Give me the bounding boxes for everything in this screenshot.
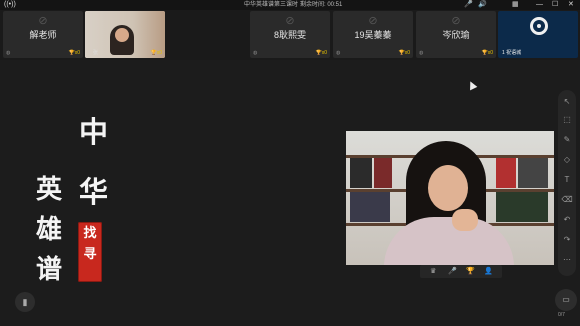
camera-off-icon: ⊘ xyxy=(451,15,461,27)
mic-icon: ◍ xyxy=(6,50,11,56)
poster-title-char: 英 xyxy=(36,175,63,205)
trophy-count: 🏆x0 xyxy=(481,50,493,56)
mic-icon[interactable]: 🎤 xyxy=(448,266,457,277)
camera-off-icon: ⊘ xyxy=(368,15,378,27)
camera-off-icon: ⊘ xyxy=(285,15,295,27)
poster-title-char: 中 xyxy=(79,115,109,149)
participant-tile-video[interactable]: 张 🏆x0 xyxy=(85,11,165,58)
remaining-time: 剩余时间: 00:51 xyxy=(300,2,343,8)
poster-title-char: 雄 xyxy=(36,215,63,245)
trophy-count: 🏆x0 xyxy=(315,50,327,56)
mouse-cursor-icon xyxy=(466,79,478,91)
maximize-icon[interactable]: ☐ xyxy=(552,1,558,9)
poster-title-char: 谱 xyxy=(36,255,63,285)
participant-name: 解老师 xyxy=(29,30,57,40)
class-title: 中华英雄谱第三课时 xyxy=(244,2,299,8)
participant-tile-self[interactable]: 1 祝语城 xyxy=(498,11,578,58)
page-navigator-icon[interactable]: ▭ xyxy=(555,289,577,311)
participant-tile[interactable]: ⊘ 19吴蓁蓁 ◍ 🏆x0 xyxy=(333,11,413,58)
eraser-icon[interactable]: ⌫ xyxy=(561,194,573,206)
document-icon[interactable]: ▮ xyxy=(15,292,35,312)
participant-name: 1 祝语城 xyxy=(502,50,522,56)
trophy-icon[interactable]: 🏆 xyxy=(466,266,475,277)
participant-strip: ⊘ 解老师 ◍ 🏆x0 张 🏆x0 ⊘ 8耿熙雯 ◍ 🏆x0 ⊘ 19吴蓁蓁 ◍… xyxy=(0,11,580,59)
red-seal-stamp: 找 寻 xyxy=(78,222,102,282)
grid-layout-icon[interactable]: ▦ xyxy=(512,1,519,9)
participant-name: 岑欣瑜 xyxy=(442,30,470,40)
pointer-icon[interactable]: ↖ xyxy=(561,96,573,108)
page-indicator: 0/7 xyxy=(558,312,565,318)
video-controls: ♛ 🎤 🏆 👤 xyxy=(420,265,502,278)
pen-icon[interactable]: ✎ xyxy=(561,134,573,146)
mic-icon[interactable]: 🎤 xyxy=(464,1,473,9)
undo-icon[interactable]: ↶ xyxy=(561,214,573,226)
participant-tile[interactable]: ⊘ 8耿熙雯 ◍ 🏆x0 xyxy=(250,11,330,58)
trophy-count: 🏆x0 xyxy=(398,50,410,56)
mic-icon: ◍ xyxy=(253,50,258,56)
camera-off-icon: ⊘ xyxy=(38,15,48,27)
poster-title-char: 华 xyxy=(79,175,109,209)
participant-name: 张 xyxy=(93,50,99,56)
more-icon[interactable]: ⋯ xyxy=(561,254,573,266)
redo-icon[interactable]: ↷ xyxy=(561,234,573,246)
mic-icon: ◍ xyxy=(419,50,424,56)
person-icon[interactable]: 👤 xyxy=(484,266,493,277)
select-icon[interactable]: ⬚ xyxy=(561,114,573,126)
trophy-count: 🏆x0 xyxy=(68,50,80,56)
trophy-count: 🏆x0 xyxy=(150,50,162,56)
minimize-icon[interactable]: — xyxy=(536,1,543,9)
app-logo-icon xyxy=(530,17,548,35)
crown-icon[interactable]: ♛ xyxy=(430,266,436,277)
participant-tile[interactable]: ⊘ 岑欣瑜 ◍ 🏆x0 xyxy=(416,11,496,58)
courseware-stage: 中 华 英 雄 谱 找 寻 ▮ ♛ 🎤 🏆 👤 ↖ ⬚ ✎ ◇ T ⌫ ↶ ↷ … xyxy=(0,60,580,326)
main-video-feed[interactable] xyxy=(346,131,554,265)
seal-char: 寻 xyxy=(83,247,97,262)
participant-name: 8耿熙雯 xyxy=(273,30,306,40)
text-icon[interactable]: T xyxy=(561,174,573,186)
broadcast-icon[interactable]: ((•)) xyxy=(4,1,16,9)
participant-face xyxy=(428,165,468,211)
seal-char: 找 xyxy=(83,226,97,241)
mic-icon: ◍ xyxy=(336,50,341,56)
participant-name: 19吴蓁蓁 xyxy=(354,30,392,40)
title-bar: ((•)) 中华英雄谱第三课时 剩余时间: 00:51 🎤 🔊 ▦ — ☐ ✕ xyxy=(0,0,580,10)
right-toolbar: ↖ ⬚ ✎ ◇ T ⌫ ↶ ↷ ⋯ xyxy=(558,90,576,276)
shape-icon[interactable]: ◇ xyxy=(561,154,573,166)
close-icon[interactable]: ✕ xyxy=(568,1,574,9)
speaker-icon[interactable]: 🔊 xyxy=(478,1,487,9)
participant-tile-teacher[interactable]: ⊘ 解老师 ◍ 🏆x0 xyxy=(3,11,83,58)
